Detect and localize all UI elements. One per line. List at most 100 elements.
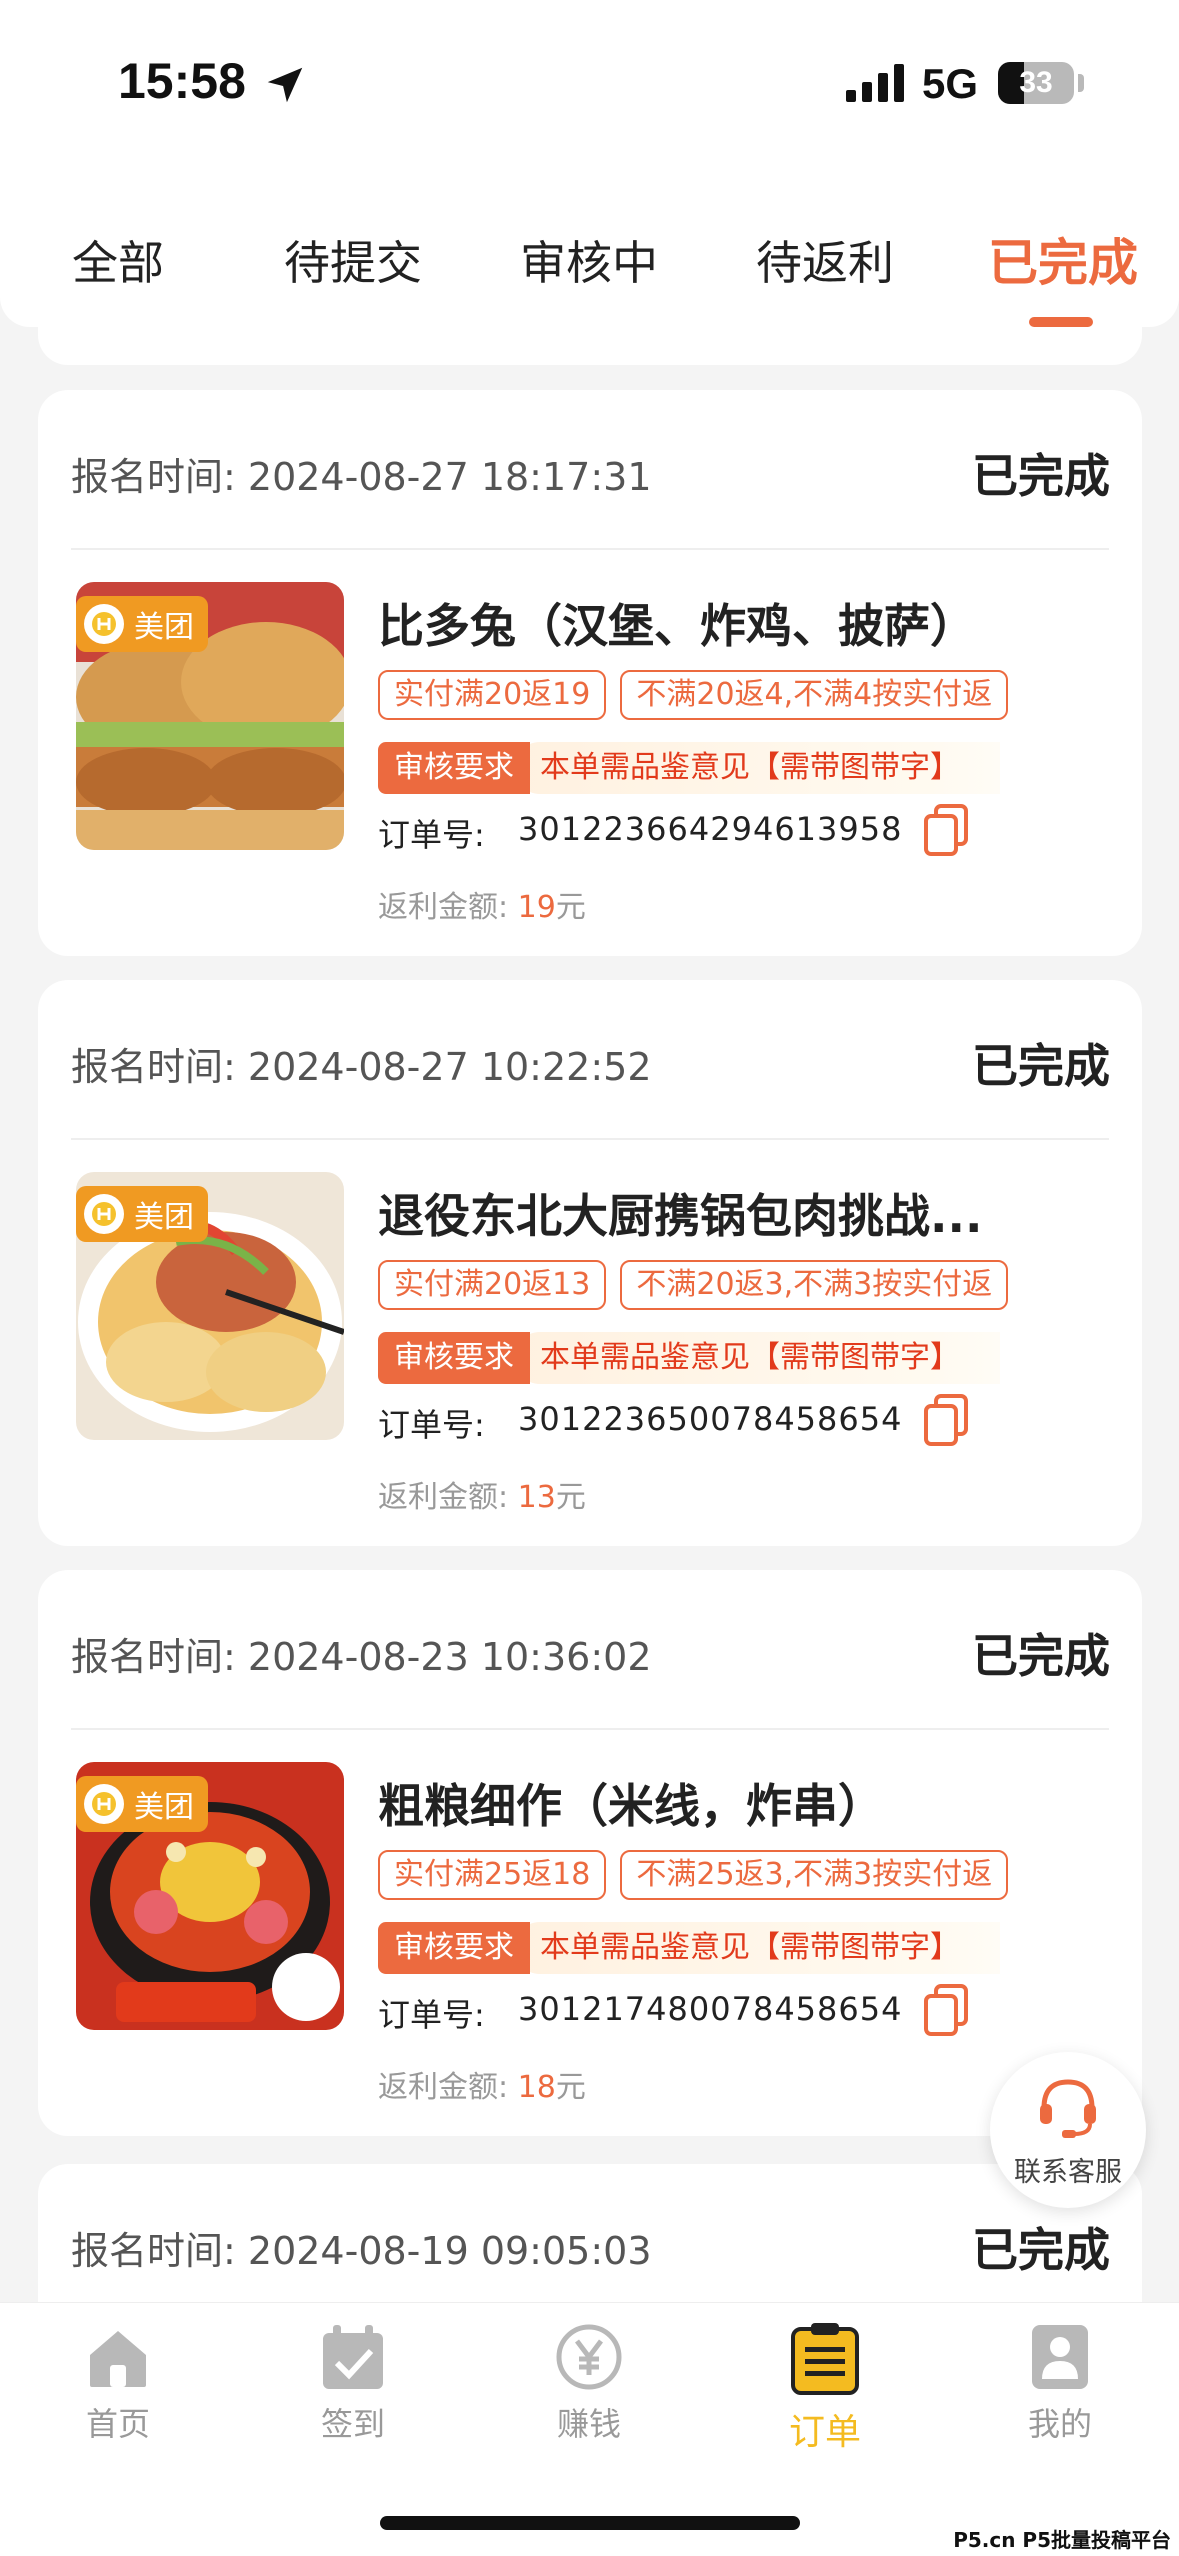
- nav-profile-label: 我的: [1027, 2405, 1092, 2443]
- home-indicator[interactable]: [380, 2516, 800, 2530]
- battery-icon: 33: [998, 62, 1074, 104]
- product-image[interactable]: 美团: [76, 582, 344, 850]
- rebate-row: 返利金额: 18元: [378, 2062, 586, 2106]
- status-time: 15:58: [118, 53, 246, 109]
- nav-home[interactable]: 首页: [48, 2323, 188, 2445]
- customer-service-button[interactable]: 联系客服: [990, 2052, 1146, 2208]
- signup-time-value: 2024-08-23 10:36:02: [247, 1635, 652, 1679]
- user-icon: [1032, 2325, 1088, 2389]
- order-number-row: 订单号: 301223650078458654: [378, 1400, 902, 1446]
- review-requirement: 审核要求 本单需品鉴意见【需带图带字】: [378, 1922, 1000, 1974]
- nav-earn-label: 赚钱: [556, 2405, 621, 2443]
- rebate-tags: 实付满25返18 不满25返3,不满3按实付返: [378, 1850, 1009, 1900]
- tab-pending-rebate[interactable]: 待返利: [756, 227, 894, 293]
- copy-icon[interactable]: [922, 802, 972, 858]
- location-arrow-icon: [267, 67, 303, 103]
- order-status: 已完成: [972, 1629, 1110, 1683]
- previous-card: [38, 327, 1142, 365]
- watermark: P5.cn P5批量投稿平台: [953, 2528, 1171, 2552]
- platform-badge: 美团: [76, 596, 208, 652]
- status-bar: 15:58 5G 33: [0, 0, 1179, 175]
- product-image[interactable]: 美团: [76, 1762, 344, 2030]
- rebate-unit: 元: [555, 2070, 586, 2105]
- tab-pending-submit[interactable]: 待提交: [284, 227, 422, 293]
- yuan-icon: [556, 2324, 622, 2390]
- review-requirement-text: 本单需品鉴意见【需带图带字】: [514, 742, 1000, 794]
- rebate-label: 返利金额:: [378, 1480, 509, 1515]
- product-title[interactable]: 比多兔（汉堡、炸鸡、披萨）: [378, 590, 1108, 656]
- rebate-tag: 实付满20返13: [378, 1260, 607, 1310]
- platform-name: 美团: [134, 1200, 194, 1235]
- order-number: 301223650078458654: [518, 1400, 903, 1438]
- nav-checkin-label: 签到: [320, 2405, 385, 2443]
- meituan-logo-icon: [84, 604, 124, 644]
- rebate-unit: 元: [555, 890, 586, 925]
- nav-checkin[interactable]: 签到: [283, 2323, 423, 2445]
- order-number-label: 订单号:: [378, 1406, 485, 1444]
- order-status: 已完成: [972, 2223, 1110, 2277]
- nav-orders[interactable]: 订单: [755, 2323, 895, 2455]
- divider: [71, 1728, 1109, 1730]
- rebate-tags: 实付满20返13 不满20返3,不满3按实付返: [378, 1260, 1009, 1310]
- order-number-label: 订单号:: [378, 1996, 485, 2034]
- review-requirement-label: 审核要求: [378, 742, 530, 794]
- review-requirement-text: 本单需品鉴意见【需带图带字】: [514, 1332, 1000, 1384]
- platform-name: 美团: [134, 1790, 194, 1825]
- signup-time-label: 报名时间:: [71, 1045, 236, 1089]
- signal-icon: [846, 64, 904, 102]
- order-number: 301223664294613958: [518, 810, 903, 848]
- headset-icon: [1040, 2079, 1096, 2138]
- signup-time: 报名时间: 2024-08-27 18:17:31: [71, 446, 652, 501]
- clipboard-icon: [791, 2323, 859, 2395]
- product-title[interactable]: 粗粮细作（米线，炸串）: [378, 1770, 1108, 1836]
- rebate-amount: 13: [517, 1480, 556, 1515]
- order-number: 301217480078458654: [518, 1990, 903, 2028]
- tab-all[interactable]: 全部: [72, 227, 164, 293]
- order-card[interactable]: 报名时间: 2024-08-27 18:17:31 已完成 美团 比多兔（汉堡、…: [38, 390, 1142, 956]
- nav-orders-label: 订单: [788, 2412, 861, 2453]
- signup-time: 报名时间: 2024-08-27 10:22:52: [71, 1036, 652, 1091]
- calendar-check-icon: [323, 2325, 383, 2389]
- rebate-label: 返利金额:: [378, 890, 509, 925]
- rebate-amount: 18: [517, 2070, 556, 2105]
- customer-service-label: 联系客服: [1014, 2157, 1122, 2188]
- network-label: 5G: [922, 60, 979, 107]
- rebate-label: 返利金额:: [378, 2070, 509, 2105]
- nav-home-label: 首页: [85, 2405, 150, 2443]
- rebate-unit: 元: [555, 1480, 586, 1515]
- review-requirement-label: 审核要求: [378, 1332, 530, 1384]
- order-status: 已完成: [972, 1039, 1110, 1093]
- tab-under-review[interactable]: 审核中: [520, 227, 658, 293]
- rebate-tag: 不满20返3,不满3按实付返: [620, 1260, 1009, 1310]
- order-card[interactable]: 报名时间: 2024-08-27 10:22:52 已完成 美团 退役东北大厨携…: [38, 980, 1142, 1546]
- rebate-tags: 实付满20返19 不满20返4,不满4按实付返: [378, 670, 1009, 720]
- signup-time-label: 报名时间:: [71, 1635, 236, 1679]
- rebate-amount: 19: [517, 890, 556, 925]
- divider: [71, 548, 1109, 550]
- product-title[interactable]: 退役东北大厨携锅包肉挑战...: [378, 1180, 1108, 1246]
- rebate-tag: 不满20返4,不满4按实付返: [620, 670, 1009, 720]
- signup-time-value: 2024-08-19 09:05:03: [247, 2229, 652, 2273]
- signup-time-value: 2024-08-27 18:17:31: [247, 455, 652, 499]
- order-card[interactable]: 报名时间: 2024-08-23 10:36:02 已完成 美团 粗粮细作（米线…: [38, 1570, 1142, 2136]
- platform-badge: 美团: [76, 1186, 208, 1242]
- signup-time-label: 报名时间:: [71, 2229, 236, 2273]
- nav-earn[interactable]: 赚钱: [519, 2323, 659, 2445]
- tab-completed[interactable]: 已完成: [988, 223, 1138, 295]
- signup-time-value: 2024-08-27 10:22:52: [247, 1045, 652, 1089]
- signup-time-label: 报名时间:: [71, 455, 236, 499]
- battery-level: 33: [1019, 66, 1053, 99]
- active-tab-indicator: [1029, 317, 1093, 327]
- order-number-row: 订单号: 301223664294613958: [378, 810, 902, 856]
- rebate-tag: 不满25返3,不满3按实付返: [620, 1850, 1009, 1900]
- order-number-row: 订单号: 301217480078458654: [378, 1990, 902, 2036]
- signup-time: 报名时间: 2024-08-23 10:36:02: [71, 1626, 652, 1681]
- rebate-tag: 实付满20返19: [378, 670, 607, 720]
- order-number-label: 订单号:: [378, 816, 485, 854]
- review-requirement: 审核要求 本单需品鉴意见【需带图带字】: [378, 742, 1000, 794]
- copy-icon[interactable]: [922, 1982, 972, 2038]
- copy-icon[interactable]: [922, 1392, 972, 1448]
- product-image[interactable]: 美团: [76, 1172, 344, 1440]
- nav-profile[interactable]: 我的: [990, 2323, 1130, 2445]
- review-requirement-text: 本单需品鉴意见【需带图带字】: [514, 1922, 1000, 1974]
